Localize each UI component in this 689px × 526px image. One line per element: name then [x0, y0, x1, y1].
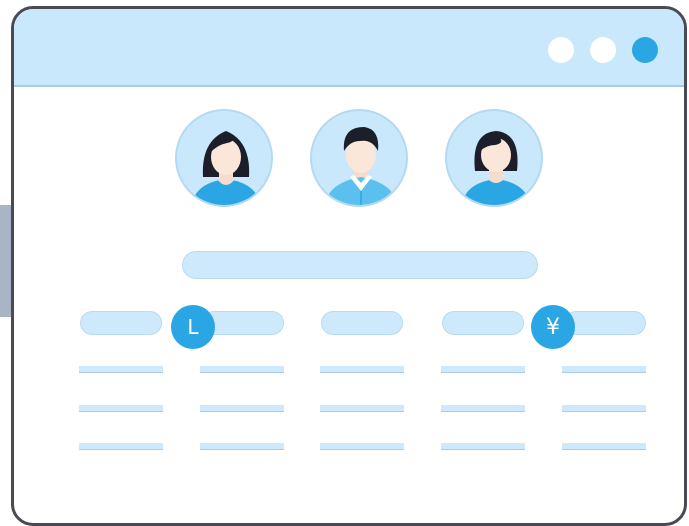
- column-header-5: [564, 311, 646, 335]
- table-cell: [441, 405, 525, 412]
- column-header-4: [442, 311, 524, 335]
- table-cell: [320, 405, 404, 412]
- column-header-3: [321, 311, 403, 335]
- clock-icon[interactable]: L: [171, 305, 215, 349]
- window-dot-2[interactable]: [590, 37, 616, 63]
- table-cell: [79, 405, 163, 412]
- table-cell: [200, 443, 284, 450]
- window-dot-1[interactable]: [548, 37, 574, 63]
- table-cell: [441, 443, 525, 450]
- title-placeholder-bar: [182, 251, 538, 279]
- title-bar: [14, 9, 684, 87]
- table-cell: [320, 443, 404, 450]
- column-header-1: [80, 311, 162, 335]
- app-window: L ¥: [11, 6, 687, 526]
- table-cell: [562, 405, 646, 412]
- table-cell: [441, 366, 525, 373]
- yen-icon-glyph: ¥: [546, 314, 560, 340]
- avatar-woman-1[interactable]: [175, 109, 273, 207]
- avatar-woman-2[interactable]: [445, 109, 543, 207]
- avatar-man[interactable]: [310, 109, 408, 207]
- table-cell: [562, 366, 646, 373]
- table-cell: [562, 443, 646, 450]
- table-cell: [79, 443, 163, 450]
- table-cell: [200, 366, 284, 373]
- table-cell: [320, 366, 404, 373]
- yen-icon[interactable]: ¥: [531, 305, 575, 349]
- clock-icon-glyph: L: [187, 315, 199, 339]
- window-dot-3[interactable]: [632, 37, 658, 63]
- table-cell: [200, 405, 284, 412]
- table-cell: [79, 366, 163, 373]
